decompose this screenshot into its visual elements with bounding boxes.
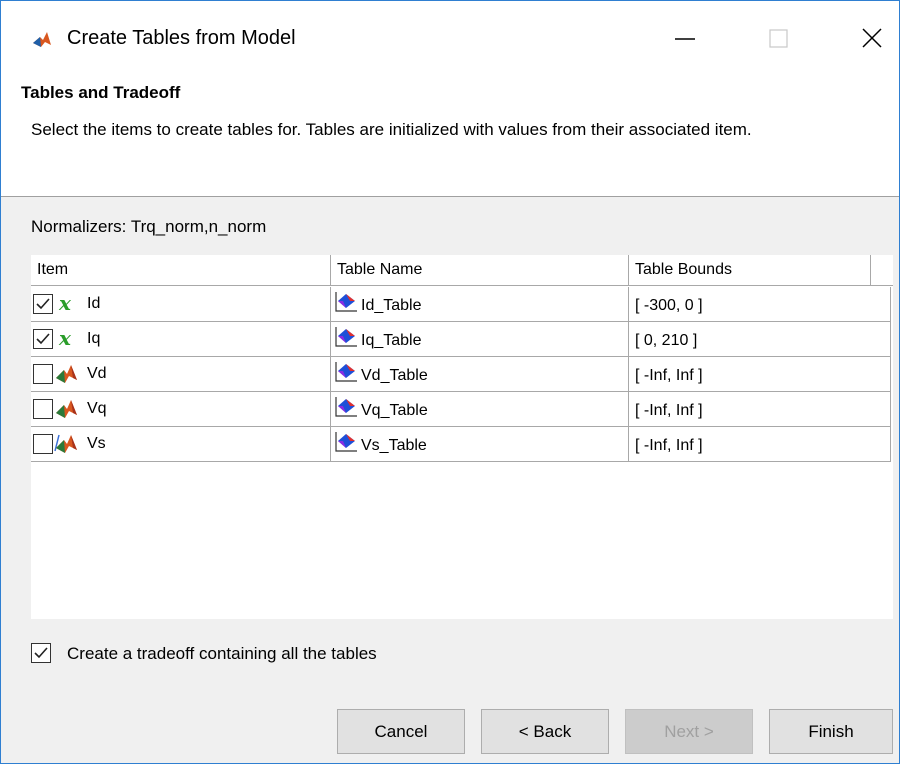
item-cell: Vd <box>31 357 331 392</box>
table-bounds: [ -Inf, Inf ] <box>635 402 703 419</box>
matlab-model-icon <box>54 434 77 453</box>
checkmark-icon <box>36 333 50 345</box>
table-row[interactable]: Vd Vd_Table [ -Inf, Inf ] <box>31 357 891 392</box>
column-header-table-name[interactable]: Table Name <box>331 255 629 286</box>
table-row[interactable]: Vs Vs_Table [ -Inf, Inf ] <box>31 427 891 462</box>
variable-x-icon: x <box>59 326 71 350</box>
table-name-cell[interactable]: Id_Table <box>331 287 629 322</box>
variable-x-icon: x <box>59 291 71 315</box>
item-cell: Vq <box>31 392 331 427</box>
lookup-table-icon <box>335 362 357 382</box>
wizard-header: Tables and Tradeoff Select the items to … <box>1 79 899 197</box>
column-header-filler <box>871 255 893 286</box>
maximize-icon[interactable] <box>759 21 799 57</box>
table-name-cell[interactable]: Vd_Table <box>331 357 629 392</box>
table-bounds-cell[interactable]: [ -Inf, Inf ] <box>629 427 891 462</box>
table-bounds-cell[interactable]: [ -Inf, Inf ] <box>629 392 891 427</box>
normalizers-label: Normalizers: Trq_norm,n_norm <box>31 217 267 236</box>
next-button[interactable]: Next > <box>625 709 753 754</box>
page-description: Select the items to create tables for. T… <box>31 120 752 139</box>
table-name: Vq_Table <box>361 402 428 419</box>
row-checkbox[interactable] <box>33 434 53 454</box>
item-name: Id <box>87 295 101 312</box>
table-bounds: [ -Inf, Inf ] <box>635 437 703 454</box>
close-icon[interactable] <box>853 21 893 57</box>
table-name-cell[interactable]: Iq_Table <box>331 322 629 357</box>
item-name: Iq <box>87 330 101 347</box>
table-bounds-cell[interactable]: [ 0, 210 ] <box>629 322 891 357</box>
row-checkbox[interactable] <box>33 329 53 349</box>
item-name: Vq <box>87 400 107 417</box>
back-button[interactable]: < Back <box>481 709 609 754</box>
item-name: Vd <box>87 365 107 382</box>
tradeoff-checkbox[interactable] <box>31 643 51 663</box>
lookup-table-icon <box>335 432 357 452</box>
column-header-item[interactable]: Item <box>31 255 331 286</box>
cancel-button[interactable]: Cancel <box>337 709 465 754</box>
table-bounds: [ 0, 210 ] <box>635 332 698 349</box>
page-title: Tables and Tradeoff <box>21 83 181 102</box>
table-bounds-cell[interactable]: [ -Inf, Inf ] <box>629 357 891 392</box>
table-name: Id_Table <box>361 297 422 314</box>
tradeoff-label[interactable]: Create a tradeoff containing all the tab… <box>67 644 377 664</box>
table-name: Vs_Table <box>361 437 427 454</box>
row-checkbox[interactable] <box>33 399 53 419</box>
item-name: Vs <box>87 435 106 452</box>
table-row[interactable]: x Id Id_Table [ -300, 0 ] <box>31 287 891 322</box>
table-bounds-cell[interactable]: [ -300, 0 ] <box>629 287 891 322</box>
title-bar: Create Tables from Model <box>1 1 899 79</box>
matlab-icon <box>33 32 51 47</box>
column-header-table-bounds[interactable]: Table Bounds <box>629 255 871 286</box>
matlab-model-icon <box>56 365 77 383</box>
checkmark-icon <box>36 298 50 310</box>
table-name-cell[interactable]: Vq_Table <box>331 392 629 427</box>
lookup-table-icon <box>335 327 357 347</box>
table-name: Iq_Table <box>361 332 422 349</box>
table-bounds: [ -Inf, Inf ] <box>635 367 703 384</box>
table-row[interactable]: Vq Vq_Table [ -Inf, Inf ] <box>31 392 891 427</box>
finish-button[interactable]: Finish <box>769 709 893 754</box>
item-cell: x Id <box>31 287 331 322</box>
window-title: Create Tables from Model <box>67 27 296 49</box>
row-checkbox[interactable] <box>33 294 53 314</box>
table-row[interactable]: x Iq Iq_Table [ 0, 210 ] <box>31 322 891 357</box>
item-cell: x Iq <box>31 322 331 357</box>
dialog-window: Create Tables from Model Tables and Trad… <box>0 0 900 764</box>
table-name: Vd_Table <box>361 367 428 384</box>
minimize-icon[interactable] <box>665 21 705 57</box>
table-bounds: [ -300, 0 ] <box>635 297 703 314</box>
items-table: Item Table Name Table Bounds x Id Id_Tab… <box>31 255 893 619</box>
table-name-cell[interactable]: Vs_Table <box>331 427 629 462</box>
lookup-table-icon <box>335 292 357 312</box>
checkmark-icon <box>34 647 48 659</box>
lookup-table-icon <box>335 397 357 417</box>
row-checkbox[interactable] <box>33 364 53 384</box>
matlab-model-icon <box>56 400 77 418</box>
table-header: Item Table Name Table Bounds <box>31 255 893 287</box>
item-cell: Vs <box>31 427 331 462</box>
